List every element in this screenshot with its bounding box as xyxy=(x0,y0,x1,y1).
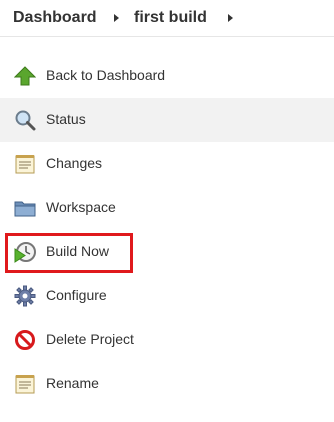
notepad-icon xyxy=(14,373,36,395)
task-workspace[interactable]: Workspace xyxy=(0,186,334,230)
task-label: Status xyxy=(46,111,86,127)
task-build-now[interactable]: Build Now xyxy=(0,230,334,274)
up-arrow-icon xyxy=(13,65,37,87)
task-label: Back to Dashboard xyxy=(46,67,166,83)
breadcrumb-first-build[interactable]: first build xyxy=(134,9,207,27)
task-configure[interactable]: Configure xyxy=(0,274,334,318)
breadcrumb-separator-icon[interactable] xyxy=(114,14,119,22)
task-status[interactable]: Status xyxy=(0,98,334,142)
task-label: Rename xyxy=(46,375,99,391)
breadcrumb: Dashboard first build xyxy=(0,0,334,37)
task-label: Workspace xyxy=(46,199,116,215)
task-changes[interactable]: Changes xyxy=(0,142,334,186)
breadcrumb-separator-icon[interactable] xyxy=(228,14,233,22)
side-panel-tasks: Back to Dashboard Status Changes Workspa… xyxy=(0,54,334,406)
task-label: Build Now xyxy=(46,243,110,259)
task-label: Delete Project xyxy=(46,331,134,347)
breadcrumb-dashboard[interactable]: Dashboard xyxy=(13,9,97,27)
magnifier-icon xyxy=(14,109,36,131)
clock-play-icon xyxy=(14,241,36,263)
gear-icon xyxy=(14,285,36,307)
task-back-to-dashboard[interactable]: Back to Dashboard xyxy=(0,54,334,98)
task-rename[interactable]: Rename xyxy=(0,362,334,406)
notepad-icon xyxy=(14,153,36,175)
task-label: Configure xyxy=(46,287,107,303)
task-label: Changes xyxy=(46,155,103,171)
task-delete-project[interactable]: Delete Project xyxy=(0,318,334,362)
no-entry-icon xyxy=(14,329,36,351)
folder-icon xyxy=(14,197,36,219)
